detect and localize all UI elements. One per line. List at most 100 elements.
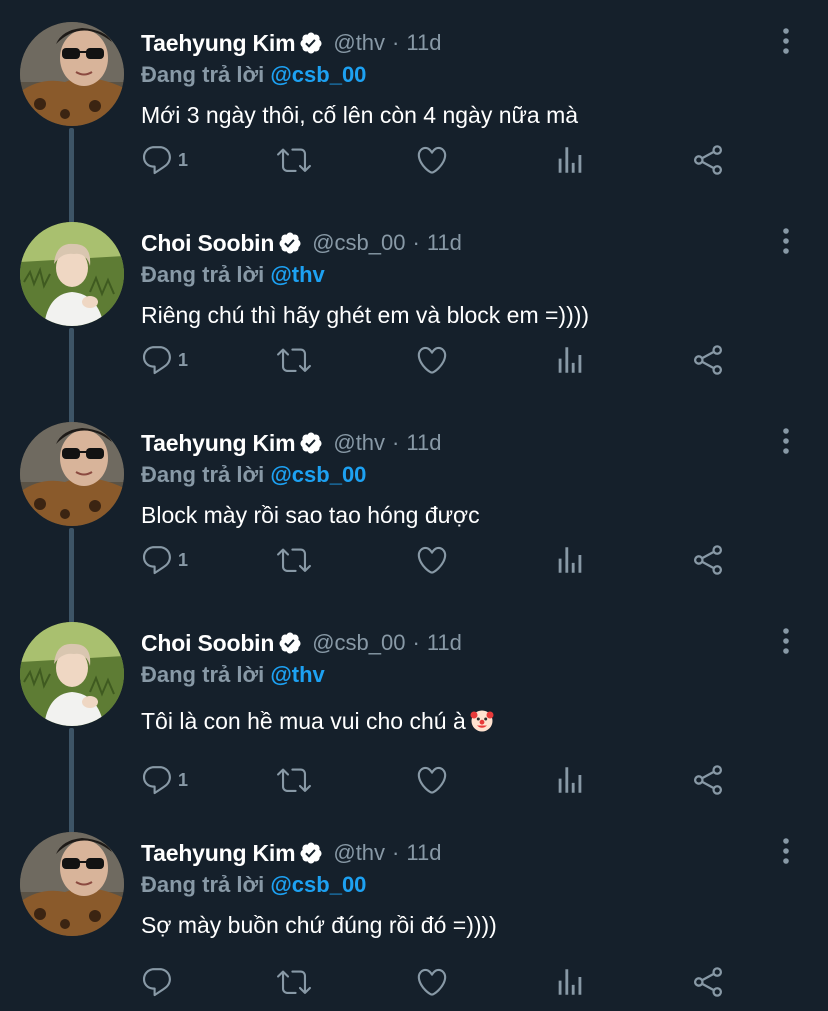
verified-badge-icon [278,231,302,255]
tweet-text: Mới 3 ngày thôi, cố lên còn 4 ngày nữa m… [141,102,579,128]
share-icon [691,143,725,177]
reply-count: 1 [178,769,189,790]
separator-dot: · [412,630,420,655]
analytics-button[interactable] [553,340,587,380]
avatar[interactable] [20,22,124,126]
author-name[interactable]: Choi Soobin [141,630,274,657]
analytics-icon [553,143,587,177]
more-vertical-icon[interactable] [776,226,796,256]
like-button[interactable] [415,760,449,800]
author-handle[interactable]: @thv [333,840,385,866]
mention-link[interactable]: @thv [270,662,324,687]
reply-button[interactable] [140,962,178,1002]
reply-icon [140,143,174,177]
tweet-actions: 1 [140,340,740,380]
author-name[interactable]: Taehyung Kim [141,30,296,57]
heart-icon [415,763,449,797]
author-handle[interactable]: @thv [333,30,385,56]
tweet-actions: 1 [140,760,740,800]
verified-badge-icon [299,31,323,55]
reply-icon [140,763,174,797]
author-handle[interactable]: @csb_00 [312,230,405,256]
timestamp[interactable]: 11d [406,430,441,456]
share-button[interactable] [691,962,725,1002]
separator-dot: · [392,30,400,55]
analytics-button[interactable] [553,140,587,180]
like-button[interactable] [415,540,449,580]
like-button[interactable] [415,340,449,380]
like-button[interactable] [415,962,449,1002]
analytics-icon [553,343,587,377]
reply-icon [140,543,174,577]
replying-to: Đang trả lời @csb_00 [141,872,366,898]
reply-icon [140,343,174,377]
more-vertical-icon[interactable] [776,26,796,56]
replying-prefix: Đang trả lời [141,872,265,897]
replying-prefix: Đang trả lời [141,62,265,87]
author-name[interactable]: Taehyung Kim [141,840,296,867]
tweet-header: Choi Soobin @csb_00 · 11d [141,628,462,658]
replying-to: Đang trả lời @thv [141,662,325,688]
tweet-text: Tôi là con hề mua vui cho chú à [141,708,494,735]
more-vertical-icon[interactable] [776,836,796,866]
reply-button[interactable]: 1 [140,760,188,800]
reply-button[interactable]: 1 [140,340,188,380]
share-button[interactable] [691,760,725,800]
retweet-button[interactable] [277,340,311,380]
retweet-button[interactable] [277,962,311,1002]
verified-badge-icon [299,841,323,865]
share-button[interactable] [691,340,725,380]
retweet-button[interactable] [277,760,311,800]
share-button[interactable] [691,540,725,580]
mention-link[interactable]: @csb_00 [270,462,366,487]
verified-badge-icon [299,431,323,455]
more-vertical-icon[interactable] [776,426,796,456]
tweet-actions: 1 [140,540,740,580]
mention-link[interactable]: @csb_00 [270,62,366,87]
tweet-header: Choi Soobin @csb_00 · 11d [141,228,462,258]
analytics-button[interactable] [553,962,587,1002]
analytics-button[interactable] [553,760,587,800]
tweet-text-content: Tôi là con hề mua vui cho chú à [141,708,466,734]
author-name[interactable]: Choi Soobin [141,230,274,257]
analytics-icon [553,965,587,999]
avatar[interactable] [20,832,124,936]
replying-to: Đang trả lời @csb_00 [141,62,366,88]
mention-link[interactable]: @thv [270,262,324,287]
tweet-text: Sợ mày buồn chứ đúng rồi đó =)))) [141,912,497,938]
thread-line [69,728,74,834]
author-handle[interactable]: @thv [333,430,385,456]
timestamp[interactable]: 11d [427,630,462,656]
reply-count: 1 [178,549,189,570]
reply-button[interactable]: 1 [140,540,188,580]
retweet-button[interactable] [277,140,311,180]
like-button[interactable] [415,140,449,180]
avatar[interactable] [20,422,124,526]
share-icon [691,763,725,797]
timestamp[interactable]: 11d [406,840,441,866]
replying-prefix: Đang trả lời [141,262,265,287]
author-name[interactable]: Taehyung Kim [141,430,296,457]
mention-link[interactable]: @csb_00 [270,872,366,897]
tweet-header: Taehyung Kim @thv · 11d [141,28,441,58]
timestamp[interactable]: 11d [427,230,462,256]
reply-button[interactable]: 1 [140,140,188,180]
tweet-header: Taehyung Kim @thv · 11d [141,428,441,458]
retweet-button[interactable] [277,540,311,580]
separator-dot: · [392,840,400,865]
share-button[interactable] [691,140,725,180]
analytics-icon [553,543,587,577]
avatar[interactable] [20,222,124,326]
timestamp[interactable]: 11d [406,30,441,56]
share-icon [691,965,725,999]
retweet-icon [277,965,311,999]
more-vertical-icon[interactable] [776,626,796,656]
analytics-button[interactable] [553,540,587,580]
avatar[interactable] [20,622,124,726]
analytics-icon [553,763,587,797]
thread-line [69,528,74,624]
thread-line [69,128,74,224]
author-handle[interactable]: @csb_00 [312,630,405,656]
heart-icon [415,965,449,999]
tweet-thread: Taehyung Kim @thv · 11d Đang trả lời @cs… [0,0,828,1011]
